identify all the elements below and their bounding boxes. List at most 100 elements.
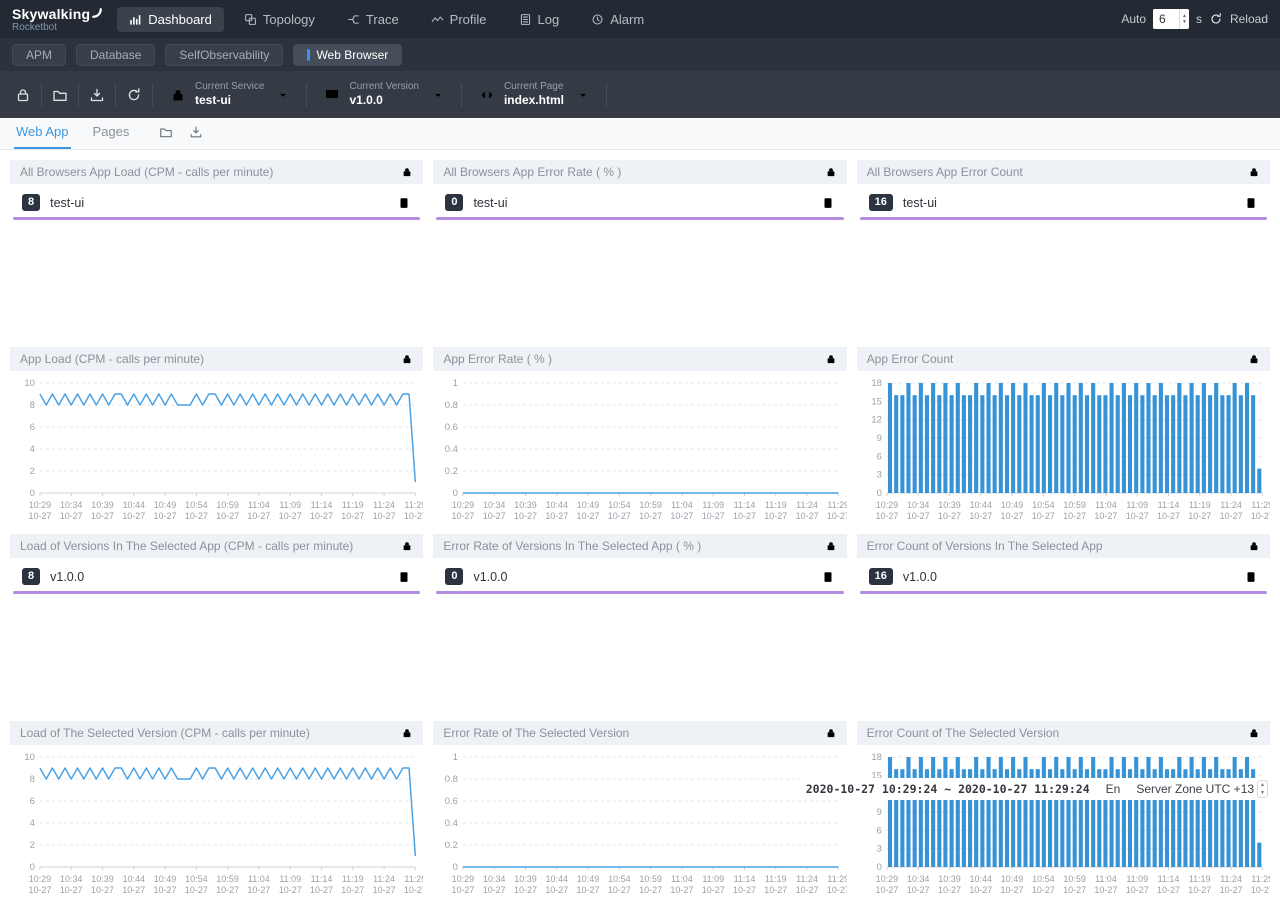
menu-item-profile[interactable]: Profile [419,7,499,32]
chart-canvas[interactable]: 024681010:2910-2710:3410-2710:3910-2710:… [10,371,423,529]
menu-item-topology[interactable]: Topology [232,7,327,32]
lock-button[interactable] [8,80,38,110]
lock-icon[interactable] [401,540,413,552]
folder-button[interactable] [45,80,75,110]
value-badge: 0 [445,194,463,211]
instance-row[interactable]: 0v1.0.0 [433,558,846,589]
svg-text:10-27: 10-27 [247,511,270,521]
lock-icon[interactable] [1248,727,1260,739]
reload-icon[interactable] [1209,12,1223,26]
chevron-down-icon [277,89,289,101]
selector-value: v1.0.0 [349,93,418,108]
lock-icon[interactable] [1248,353,1260,365]
svg-text:10:34: 10:34 [60,500,82,510]
clipboard-icon[interactable] [1244,570,1258,584]
selector-current-version[interactable]: Current Versionv1.0.0 [310,71,457,118]
svg-text:10-27: 10-27 [906,885,929,895]
refresh-button[interactable] [119,80,149,110]
chart-canvas[interactable]: 00.20.40.60.8110:2910-2710:3410-2710:391… [433,745,846,903]
svg-text:18: 18 [871,752,882,763]
clipboard-icon[interactable] [397,570,411,584]
folder-icon[interactable] [159,125,173,139]
svg-text:11:19: 11:19 [342,500,364,510]
group-tab-database[interactable]: Database [76,44,155,66]
instance-row[interactable]: 16test-ui [857,184,1270,215]
instance-row[interactable]: 8test-ui [10,184,423,215]
clipboard-icon[interactable] [1244,196,1258,210]
lock-icon[interactable] [1248,166,1260,178]
server-zone-value[interactable]: 13 [1241,782,1254,796]
time-range-picker[interactable]: 2020-10-27 10:29:24 ~ 2020-10-27 11:29:2… [806,782,1090,796]
menu-label: Trace [366,12,399,27]
lock-icon[interactable] [825,353,837,365]
instance-name: test-ui [473,196,507,210]
card-body: 0v1.0.0 [433,558,846,594]
brand-name: Skywalking [12,6,90,22]
clipboard-icon[interactable] [397,196,411,210]
svg-text:10-27: 10-27 [1063,511,1086,521]
svg-text:0.2: 0.2 [445,840,458,851]
card-header: Error Count of Versions In The Selected … [857,534,1270,558]
chart-canvas[interactable]: 024681010:2910-2710:3410-2710:3910-2710:… [10,745,423,903]
svg-text:10-27: 10-27 [938,511,961,521]
chevron-down-icon [432,89,444,101]
svg-text:10-27: 10-27 [404,885,423,895]
tab-pages[interactable]: Pages [91,117,132,149]
clipboard-icon[interactable] [821,570,835,584]
language-selector[interactable]: En [1106,782,1121,796]
export-button[interactable] [82,80,112,110]
lock-icon[interactable] [825,540,837,552]
group-tab-web-browser[interactable]: Web Browser [293,44,402,66]
lock-icon[interactable] [401,727,413,739]
instance-row[interactable]: 16v1.0.0 [857,558,1270,589]
menu-item-alarm[interactable]: Alarm [579,7,656,32]
download-icon[interactable] [189,125,203,139]
menu-item-log[interactable]: Log [507,7,572,32]
chart-canvas[interactable]: 036912151810:2910-2710:3410-2710:3910-27… [857,745,1270,903]
svg-text:0: 0 [30,862,35,873]
selector-current-service[interactable]: Current Servicetest-ui [156,71,303,118]
svg-text:10-27: 10-27 [341,511,364,521]
chart-canvas[interactable]: 00.20.40.60.8110:2910-2710:3410-2710:391… [433,371,846,529]
svg-text:10:49: 10:49 [1000,874,1022,884]
group-tab-selfobservability[interactable]: SelfObservability [165,44,283,66]
card-title: App Load (CPM - calls per minute) [20,352,204,366]
svg-text:10-27: 10-27 [1251,885,1270,895]
instance-row[interactable]: 8v1.0.0 [10,558,423,589]
clipboard-icon[interactable] [821,196,835,210]
tab-web-app[interactable]: Web App [14,117,71,149]
lock-icon [15,87,31,103]
selector-current-page[interactable]: Current Pageindex.html [465,71,603,118]
svg-text:10-27: 10-27 [514,885,537,895]
svg-text:10:39: 10:39 [938,874,960,884]
auto-interval-input[interactable] [1153,9,1179,29]
stepper-arrows[interactable]: ▲▼ [1257,780,1268,798]
svg-text:10-27: 10-27 [1188,885,1211,895]
svg-text:11:24: 11:24 [797,500,819,510]
lock-icon[interactable] [401,166,413,178]
card-chart-11: Error Count of The Selected Version03691… [857,721,1270,904]
group-tab-apm[interactable]: APM [12,44,66,66]
selector-label: Current Version [349,81,418,94]
group-tab-label: APM [26,48,52,62]
svg-text:10-27: 10-27 [639,511,662,521]
selector-value: index.html [504,93,564,108]
code-icon [479,87,495,103]
lock-icon[interactable] [825,166,837,178]
svg-text:0: 0 [876,488,881,499]
card-list-7: Error Rate of Versions In The Selected A… [433,534,846,717]
lock-icon[interactable] [825,727,837,739]
lock-icon[interactable] [1248,540,1260,552]
card-chart-5: App Error Count036912151810:2910-2710:34… [857,347,1270,530]
instance-row[interactable]: 0 test-ui [433,184,846,215]
chart-canvas[interactable]: 036912151810:2910-2710:3410-2710:3910-27… [857,371,1270,529]
stepper-arrows[interactable]: ▲▼ [1179,9,1189,29]
lock-icon[interactable] [401,353,413,365]
reload-label[interactable]: Reload [1230,12,1268,26]
selection-underline [13,217,420,220]
brand-logo[interactable]: Skywalking Rocketbot [12,6,103,33]
menu-item-trace[interactable]: Trace [335,7,411,32]
menu-item-dashboard[interactable]: Dashboard [117,7,224,32]
svg-text:10:39: 10:39 [91,874,113,884]
main-menu: Dashboard Topology Trace Profile Log Alarm [117,7,656,32]
